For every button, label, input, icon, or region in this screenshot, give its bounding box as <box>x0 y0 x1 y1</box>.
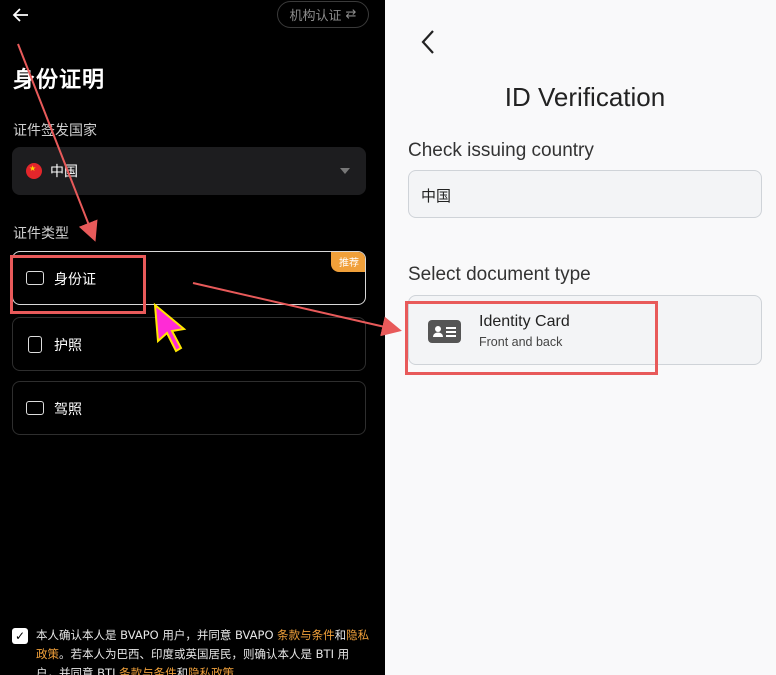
arrow-right-line <box>192 282 402 337</box>
arrow-down-line <box>17 43 98 242</box>
cursor-icon <box>153 302 187 353</box>
annotation-arrows <box>17 43 402 353</box>
